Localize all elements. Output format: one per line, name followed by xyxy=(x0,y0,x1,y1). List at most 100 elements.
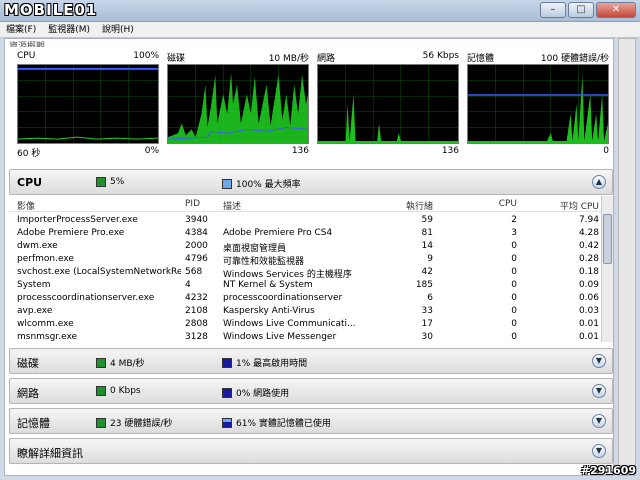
cpu-section-header[interactable]: CPU 5% 100% 最大頻率 ▲ xyxy=(9,169,613,195)
graph-title: 記憶體 xyxy=(467,54,495,64)
table-row[interactable]: svchost.exe (LocalSystemNetworkRest... 56… xyxy=(9,267,599,280)
cell-image: msnmsgr.exe xyxy=(17,332,78,342)
network-graph xyxy=(317,64,459,144)
mobile01-logo: MOBILE01 xyxy=(4,1,98,19)
col-threads[interactable]: 執行緒 xyxy=(383,199,433,212)
expand-chevron-icon[interactable]: ▼ xyxy=(592,444,606,458)
cell-cpu: 3 xyxy=(511,228,517,238)
table-scroll-thumb[interactable] xyxy=(603,214,612,264)
window-scrollbar[interactable] xyxy=(618,38,636,476)
cell-threads: 17 xyxy=(421,319,433,329)
cell-cpu: 0 xyxy=(511,241,517,251)
green-swatch xyxy=(96,177,106,187)
section-title: 記憶體 xyxy=(17,417,50,430)
network-usage-indicator: 0% 網路使用 xyxy=(222,386,289,399)
graph-foot-right: 136 xyxy=(441,146,459,156)
cell-desc: Windows Live Messenger xyxy=(223,332,337,342)
cell-pid: 3940 xyxy=(185,215,208,225)
table-row[interactable]: dwm.exe 2000 桌面視窗管理員 14 0 0.42 xyxy=(9,241,599,254)
table-row[interactable]: avp.exe 2108 Kaspersky Anti-Virus 33 0 0.03 xyxy=(9,306,599,318)
cell-threads: 30 xyxy=(421,332,433,342)
cell-desc: Kaspersky Anti-Virus xyxy=(223,306,315,316)
cell-pid: 2000 xyxy=(185,241,208,251)
blue-swatch xyxy=(222,387,232,398)
network-io: 0 Kbps xyxy=(110,386,141,396)
cell-desc: NT Kernel & System xyxy=(223,280,313,290)
menu-file[interactable]: 檔案(F) xyxy=(0,22,42,37)
col-desc[interactable]: 描述 xyxy=(223,199,241,212)
menu-monitor[interactable]: 監視器(M) xyxy=(42,22,96,37)
collapse-chevron-icon[interactable]: ▲ xyxy=(592,175,606,189)
cpu-freq-indicator: 100% 最大頻率 xyxy=(222,177,301,190)
table-scrollbar[interactable] xyxy=(601,196,613,342)
cell-image: perfmon.exe xyxy=(17,254,74,264)
cell-desc: Windows Services 的主機程序 xyxy=(223,270,352,280)
cell-threads: 42 xyxy=(421,267,433,277)
cell-cpu: 0 xyxy=(511,319,517,329)
cell-desc: processcoordinationserver xyxy=(223,293,343,303)
cell-threads: 14 xyxy=(421,241,433,251)
minimize-button[interactable]: – xyxy=(540,2,566,18)
cell-pid: 3128 xyxy=(185,332,208,342)
expand-chevron-icon[interactable]: ▼ xyxy=(592,414,606,428)
table-row[interactable]: msnmsgr.exe 3128 Windows Live Messenger 30 0… xyxy=(9,332,599,342)
cell-pid: 4796 xyxy=(185,254,208,264)
table-row[interactable]: processcoordinationserver.exe 4232 process… xyxy=(9,293,599,305)
cell-image: svchost.exe (LocalSystemNetworkRest... xyxy=(17,267,181,277)
col-cpu[interactable]: CPU xyxy=(483,199,517,209)
cell-cpu: 0 xyxy=(511,293,517,303)
cell-desc: Adobe Premiere Pro CS4 xyxy=(223,228,333,238)
table-row[interactable]: Adobe Premiere Pro.exe 4384 Adobe Premiere… xyxy=(9,228,599,240)
col-pid[interactable]: PID xyxy=(185,199,200,209)
cell-cpu: 0 xyxy=(511,332,517,342)
cell-avg: 0.06 xyxy=(578,293,599,303)
cell-image: avp.exe xyxy=(17,306,53,316)
green-swatch xyxy=(96,386,106,396)
memory-faults-indicator: 23 硬體錯誤/秒 xyxy=(96,416,172,429)
section-title: CPU xyxy=(17,176,43,189)
graph-max: 56 Kbps xyxy=(422,51,459,61)
graph-max: 10 MB/秒 xyxy=(268,54,309,64)
cell-avg: 0.09 xyxy=(578,280,599,290)
close-button[interactable]: ✕ xyxy=(596,2,636,18)
disk-active-indicator: 1% 最高啟用時間 xyxy=(222,356,307,369)
cell-threads: 33 xyxy=(421,306,433,316)
table-row[interactable]: ImporterProcessServer.exe 3940 59 2 7.94 xyxy=(9,215,599,227)
memory-section-header[interactable]: 記憶體 23 硬體錯誤/秒 61% 實體記憶體已使用 ▼ xyxy=(9,408,613,434)
title-bar: MOBILE01 – □ ✕ xyxy=(0,0,640,22)
cell-avg: 0.28 xyxy=(578,254,599,264)
table-row[interactable]: perfmon.exe 4796 可靠性和效能監視器 9 0 0.28 xyxy=(9,254,599,267)
table-row[interactable]: System 4 NT Kernel & System 185 0 0.09 xyxy=(9,280,599,292)
network-io-indicator: 0 Kbps xyxy=(96,386,141,396)
graph-title: 磁碟 xyxy=(167,54,186,64)
maximize-button[interactable]: □ xyxy=(568,2,594,18)
menu-help[interactable]: 說明(H) xyxy=(96,22,140,37)
col-image[interactable]: 影像 xyxy=(17,199,35,212)
disk-active: 1% 最高啟用時間 xyxy=(236,359,308,369)
disk-section-header[interactable]: 磁碟 4 MB/秒 1% 最高啟用時間 ▼ xyxy=(9,348,613,374)
memory-swatch xyxy=(222,417,232,428)
memory-graph xyxy=(467,64,609,144)
disk-io: 4 MB/秒 xyxy=(110,359,145,369)
disk-graph xyxy=(167,64,309,144)
memory-graph-panel: 記憶體 100 硬體錯誤/秒 0 xyxy=(467,51,609,157)
cell-image: ImporterProcessServer.exe xyxy=(17,215,138,225)
cell-image: System xyxy=(17,280,51,290)
section-title: 磁碟 xyxy=(17,357,39,370)
expand-chevron-icon[interactable]: ▼ xyxy=(592,384,606,398)
cell-avg: 4.28 xyxy=(578,228,599,238)
memory-used-indicator: 61% 實體記憶體已使用 xyxy=(222,416,331,429)
network-graph-panel: 網路 56 Kbps 136 xyxy=(317,51,459,157)
col-avg-cpu[interactable]: 平均 CPU xyxy=(545,199,599,212)
expand-chevron-icon[interactable]: ▼ xyxy=(592,354,606,368)
cell-threads: 81 xyxy=(421,228,433,238)
cell-threads: 185 xyxy=(415,280,433,290)
learn-more-section-header[interactable]: 瞭解詳細資訊 ▼ xyxy=(9,438,613,464)
network-section-header[interactable]: 網路 0 Kbps 0% 網路使用 ▼ xyxy=(9,378,613,404)
overview-label: 資源概觀 xyxy=(9,42,46,47)
section-title: 瞭解詳細資訊 xyxy=(17,447,83,460)
table-row[interactable]: wlcomm.exe 2808 Windows Live Communicati..… xyxy=(9,319,599,331)
cell-pid: 568 xyxy=(185,267,203,277)
cpu-freq: 100% 最大頻率 xyxy=(236,180,301,190)
cell-threads: 59 xyxy=(421,215,433,225)
